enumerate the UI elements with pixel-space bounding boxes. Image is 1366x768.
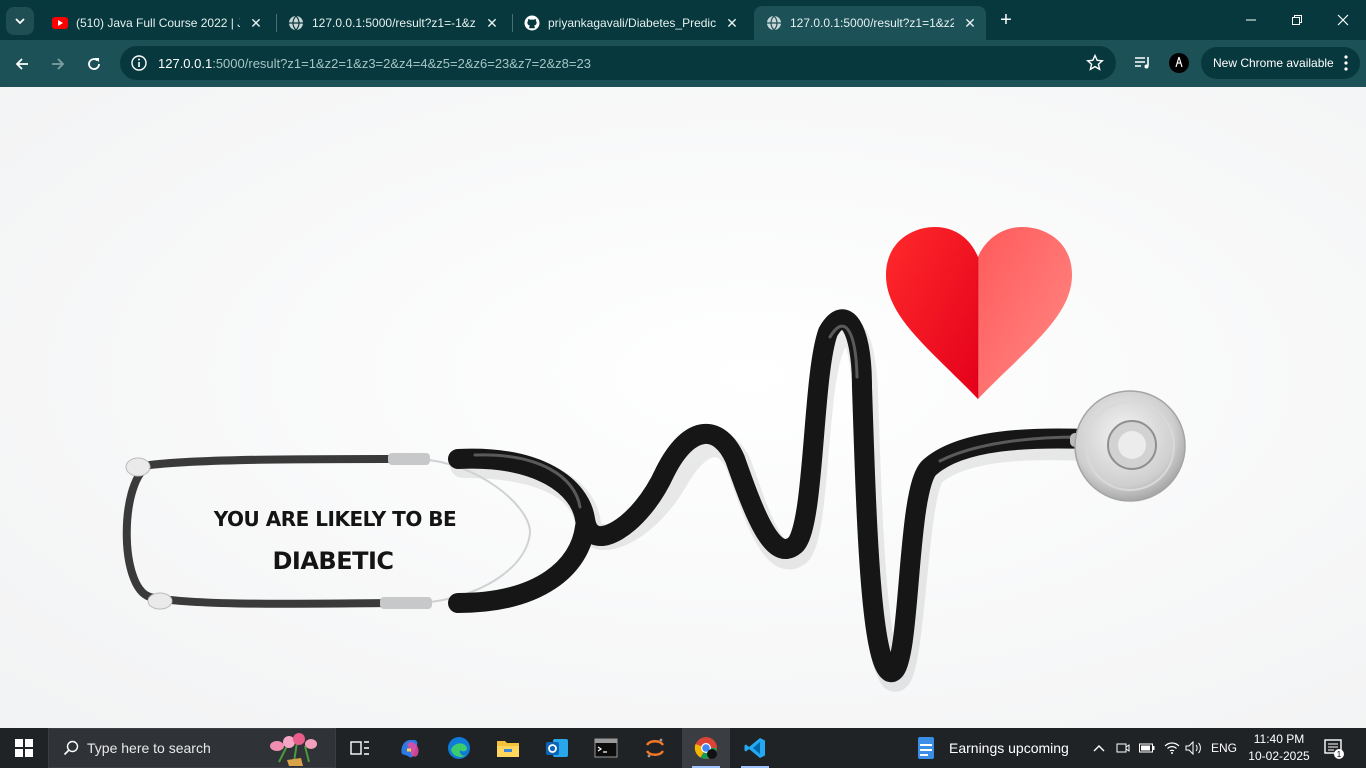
back-button[interactable] [7,49,37,79]
result-verdict: DIABETIC [272,547,394,575]
file-explorer-button[interactable] [484,728,532,768]
chrome-icon [694,737,717,759]
tab-title: (510) Java Full Course 2022 | Java Tutor… [76,16,240,30]
folder-icon [497,741,519,757]
globe-icon [766,15,782,31]
tab-title: 127.0.0.1:5000/result?z1=1&z2=1 [790,16,954,30]
minimize-button[interactable] [1228,0,1274,40]
notification-count: 1 [1337,750,1342,759]
page-content: YOU ARE LIKELY TO BE DIABETIC [0,87,1366,728]
close-tab-icon[interactable]: ✕ [248,15,264,31]
terminal-button[interactable] [582,728,630,768]
tab-title: priyankagavali/Diabetes_Prediction [548,16,716,30]
playlist-icon [1135,57,1149,69]
outlook-button[interactable] [533,728,581,768]
task-view-button[interactable] [336,728,384,768]
arrow-left-icon [15,58,28,70]
input-language[interactable]: ENG [1208,728,1240,768]
youtube-icon [52,15,68,31]
start-button[interactable] [0,728,48,768]
battery-icon [1139,743,1155,753]
taskbar-search-box[interactable]: Type here to search [48,728,336,768]
browser-toolbar: 127.0.0.1:5000/result?z1=1&z2=1&z3=2&z4=… [0,40,1366,87]
notifications-button[interactable]: 1 [1318,728,1350,768]
clock[interactable]: 11:40 PM 10-02-2025 [1244,731,1314,765]
chevron-down-icon [15,18,25,25]
arrow-right-icon [52,58,65,70]
vscode-button[interactable] [731,728,779,768]
terminal-icon [594,738,618,758]
tab-github[interactable]: priyankagavali/Diabetes_Prediction ✕ [512,6,748,40]
restore-icon [1292,15,1302,25]
wifi-icon [1164,742,1180,754]
reload-icon [88,58,100,70]
chevron-up-icon [1093,745,1105,752]
tab-youtube[interactable]: (510) Java Full Course 2022 | Java Tutor… [40,6,272,40]
stethoscope-heart-illustration [0,87,1366,728]
clock-time: 11:40 PM [1253,732,1305,746]
language-label: ENG [1210,741,1237,755]
chrome-button[interactable] [682,728,730,768]
jupyter-button[interactable] [631,728,679,768]
update-chrome-label: New Chrome available [1213,56,1334,70]
volume-button[interactable] [1184,728,1204,768]
reload-button[interactable] [79,49,109,79]
search-icon [63,740,79,756]
notification-icon: 1 [1324,739,1344,759]
tab-strip: (510) Java Full Course 2022 | Java Tutor… [0,0,1366,40]
close-icon [1337,14,1349,26]
more-menu-icon [1344,55,1348,71]
news-text: Earnings upcoming [949,740,1069,756]
tab-title: 127.0.0.1:5000/result?z1=-1&z2= [312,16,476,30]
clock-date: 10-02-2025 [1248,749,1310,763]
avatar-icon [1169,53,1189,73]
show-hidden-icons-button[interactable] [1090,728,1108,768]
battery-button[interactable] [1138,728,1156,768]
address-bar[interactable]: 127.0.0.1:5000/result?z1=1&z2=1&z3=2&z4=… [120,46,1116,80]
result-heading: YOU ARE LIKELY TO BE [213,507,457,531]
forward-button[interactable] [43,49,73,79]
tab-result-active[interactable]: 127.0.0.1:5000/result?z1=1&z2=1 ✕ [754,6,986,40]
search-placeholder: Type here to search [87,740,211,756]
copilot-button[interactable] [386,728,434,768]
github-icon [524,15,540,31]
close-tab-icon[interactable]: ✕ [962,15,978,31]
copilot-icon [401,740,419,758]
update-chrome-button[interactable]: New Chrome available [1201,47,1360,79]
close-tab-icon[interactable]: ✕ [724,15,740,31]
bookmark-star-icon[interactable] [1086,54,1104,72]
edge-button[interactable] [435,728,483,768]
new-tab-button[interactable]: + [994,9,1018,33]
tab-search-button[interactable] [6,7,34,35]
address-url[interactable]: 127.0.0.1:5000/result?z1=1&z2=1&z3=2&z4=… [158,56,591,71]
address-host: 127.0.0.1 [158,55,213,71]
minimize-icon [1246,19,1256,21]
close-window-button[interactable] [1320,0,1366,40]
profile-button[interactable] [1169,53,1189,73]
news-widget[interactable]: Earnings upcoming [916,728,1069,768]
site-info-icon[interactable] [130,54,148,72]
vscode-icon [744,738,765,758]
meet-now-button[interactable] [1114,728,1132,768]
outlook-icon [546,739,568,757]
restore-button[interactable] [1274,0,1320,40]
jupyter-icon [645,738,665,758]
globe-icon [288,15,304,31]
media-controls-button[interactable] [1133,53,1153,73]
task-view-icon [350,741,369,755]
address-path: :5000/result?z1=1&z2=1&z3=2&z4=4&z5=2&z6… [212,55,591,71]
camera-icon [1116,743,1130,753]
tab-result-previous[interactable]: 127.0.0.1:5000/result?z1=-1&z2= ✕ [276,6,508,40]
stock-chart-icon [918,737,934,759]
tulips-icon [270,733,317,766]
windows-taskbar: Type here to search Earnings upcoming EN… [0,728,1366,768]
speaker-icon [1185,741,1201,755]
edge-icon [448,737,470,759]
network-button[interactable] [1162,728,1182,768]
close-tab-icon[interactable]: ✕ [484,15,500,31]
windows-logo-icon [15,739,33,757]
